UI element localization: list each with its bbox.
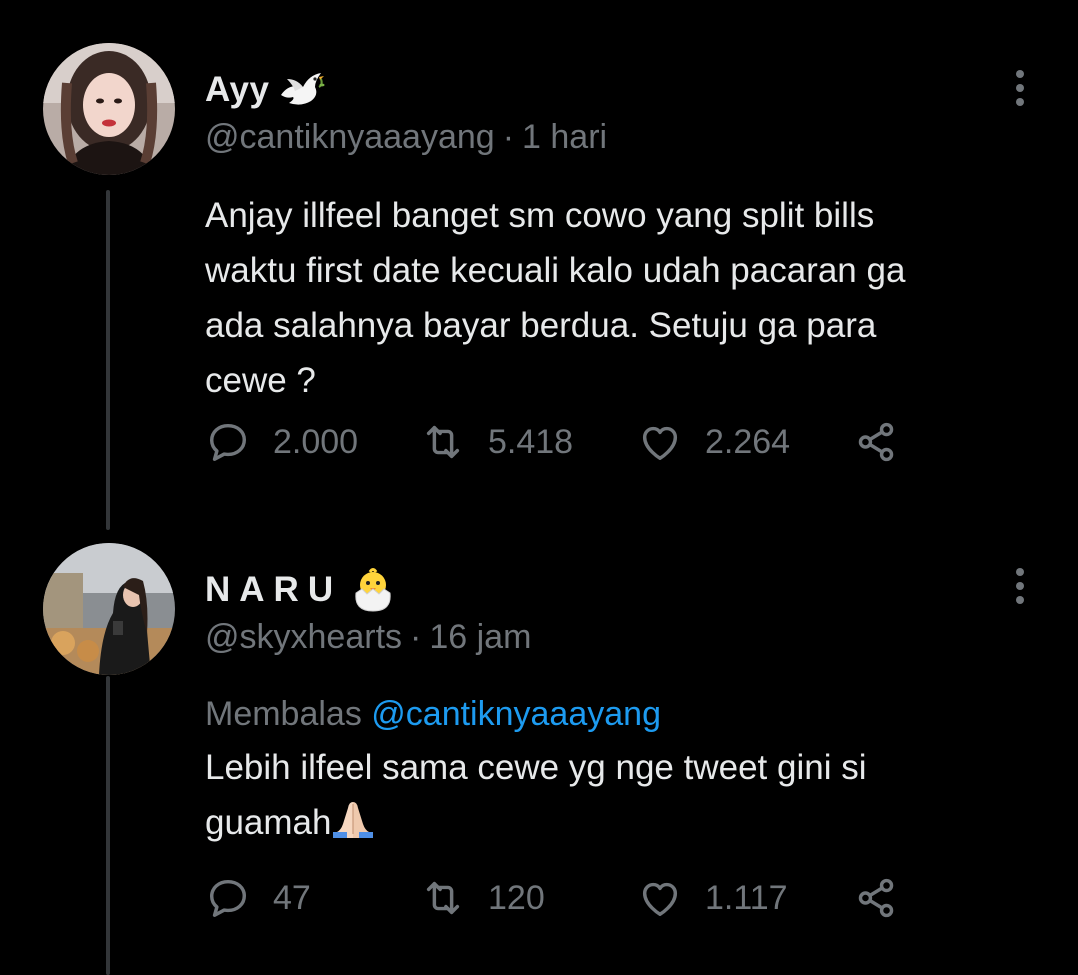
avatar[interactable]	[43, 543, 175, 675]
tweet-meta: @cantiknyaaayang · 1 hari	[205, 114, 1038, 160]
like-count: 2.264	[705, 422, 791, 461]
like-button[interactable]: 1.117	[637, 868, 788, 928]
replying-to-label: Membalas	[205, 695, 372, 733]
folded-hands-emoji-icon	[331, 798, 375, 838]
retweet-count: 120	[488, 878, 545, 917]
tweet-meta: @skyxhearts · 16 jam	[205, 614, 1038, 660]
heart-icon	[642, 426, 678, 461]
tweet-text-line-2: guamah	[205, 803, 332, 842]
retweet-icon	[426, 881, 460, 915]
share-icon	[858, 422, 894, 462]
user-handle[interactable]: @cantiknyaaayang	[205, 118, 495, 156]
tweet-actions: 47 120 1.117	[205, 868, 965, 928]
hatching-chick-emoji-icon	[348, 565, 398, 615]
retweet-icon	[426, 425, 460, 459]
heart-icon	[642, 882, 678, 917]
meta-separator: ·	[410, 618, 422, 656]
mention-link[interactable]: @cantiknyaaayang	[371, 695, 661, 733]
more-options-button-2[interactable]	[1000, 556, 1040, 616]
tweet-1[interactable]: Ayy @cantiknyaaayang · 1 hari Anjay illfee…	[0, 0, 1078, 530]
reply-icon	[209, 423, 247, 461]
reply-icon	[209, 879, 247, 917]
user-name-row: Ayy	[205, 62, 1038, 118]
reply-button[interactable]: 2.000	[205, 412, 358, 472]
reply-button[interactable]: 47	[205, 868, 311, 928]
share-button[interactable]	[853, 412, 899, 472]
share-icon	[858, 878, 894, 918]
share-button[interactable]	[853, 868, 899, 928]
reply-count: 47	[273, 878, 311, 917]
tweet-timestamp[interactable]: 1 hari	[522, 118, 607, 156]
avatar-image	[43, 43, 175, 175]
retweet-button[interactable]: 120	[420, 868, 545, 928]
dove-emoji-icon	[275, 65, 325, 115]
tweet-2[interactable]: NARU @skyxhearts · 16 jam Membalas @cantik…	[0, 530, 1078, 975]
thread-connector-line	[106, 190, 110, 530]
user-name-row: NARU	[205, 562, 1038, 618]
display-name[interactable]: Ayy	[205, 70, 269, 110]
reply-count: 2.000	[273, 422, 359, 461]
tweet-content: Ayy @cantiknyaaayang · 1 hari Anjay illfee…	[205, 62, 1038, 408]
tweet-text-line-1: Lebih ilfeel sama cewe yg nge tweet gini…	[205, 748, 867, 787]
retweet-count: 5.418	[488, 422, 574, 461]
more-dots-icon	[1016, 568, 1024, 604]
tweet-text: Anjay illfeel banget sm cowo yang split …	[205, 196, 906, 400]
tweet-timestamp[interactable]: 16 jam	[429, 618, 531, 656]
meta-separator: ·	[502, 118, 515, 156]
like-button[interactable]: 2.264	[637, 412, 790, 472]
like-count: 1.117	[705, 878, 788, 917]
tweet-text: Lebih ilfeel sama cewe yg nge tweet gini…	[205, 740, 1038, 850]
tweet-actions: 2.000 5.418 2.264	[205, 412, 965, 472]
tweet-content: NARU @skyxhearts · 16 jam Membalas @cantik…	[205, 562, 1038, 850]
avatar[interactable]	[43, 43, 175, 175]
display-name[interactable]: NARU	[205, 570, 342, 610]
replying-to: Membalas @cantiknyaaayang	[205, 688, 1038, 740]
avatar-image	[43, 543, 175, 675]
thread-connector-line	[106, 676, 110, 975]
retweet-button[interactable]: 5.418	[420, 412, 573, 472]
user-handle[interactable]: @skyxhearts	[205, 618, 402, 656]
